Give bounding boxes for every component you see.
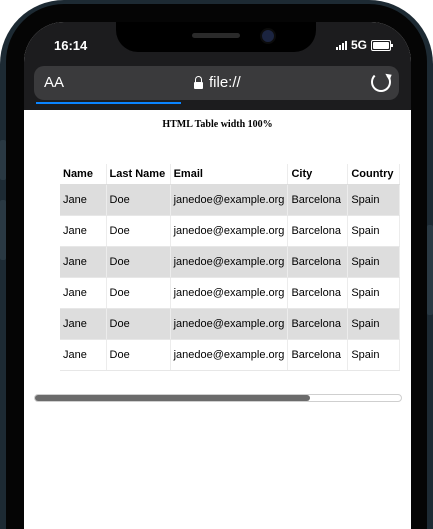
status-indicators: 5G [335, 38, 393, 52]
table-cell: Barcelona [287, 215, 349, 247]
page-title: HTML Table width 100% [162, 119, 273, 130]
signal-icon [335, 40, 347, 50]
column-header: City [287, 164, 349, 185]
table-row: Jane Doe janedoe@example.org Barcelona S… [60, 308, 400, 340]
table-cell: Jane [60, 339, 107, 371]
table-cell: Jane [60, 184, 107, 216]
table-cell: janedoe@example.org [170, 277, 289, 309]
url-text: file:// [209, 74, 241, 91]
table-cell: Doe [106, 339, 171, 371]
table-cell: janedoe@example.org [170, 339, 289, 371]
table-scroll-container[interactable]: Name Last Name Email City Country Jane D… [60, 164, 400, 371]
table-cell: Doe [106, 308, 171, 340]
table-cell: Doe [106, 277, 171, 309]
network-label: 5G [350, 38, 367, 52]
phone-screen: 16:14 5G AA file:// HTML Table width 100… [24, 22, 411, 529]
table-row: Jane Doe janedoe@example.org Barcelona S… [60, 184, 400, 216]
column-header: Country [347, 164, 400, 185]
reload-icon[interactable] [371, 72, 391, 92]
web-content: HTML Table width 100% Name Last Name Ema… [24, 110, 411, 529]
table-cell: Jane [60, 246, 107, 278]
table-row: Jane Doe janedoe@example.org Barcelona S… [60, 246, 400, 278]
status-time: 16:14 [54, 38, 88, 53]
page-load-progress [36, 102, 181, 104]
table-cell: Spain [347, 246, 400, 278]
data-table: Name Last Name Email City Country Jane D… [60, 164, 400, 371]
camera-icon [260, 28, 276, 44]
column-header: Last Name [106, 164, 171, 185]
table-row: Jane Doe janedoe@example.org Barcelona S… [60, 339, 400, 371]
url-display[interactable]: file:// [194, 74, 241, 91]
browser-address-bar: AA file:// [24, 62, 411, 110]
battery-icon [371, 39, 393, 51]
table-row: Jane Doe janedoe@example.org Barcelona S… [60, 277, 400, 309]
url-field[interactable]: AA file:// [34, 66, 399, 100]
table-cell: Doe [106, 215, 171, 247]
text-size-label: AA [44, 74, 65, 91]
table-cell: Barcelona [287, 277, 349, 309]
text-size-button[interactable]: AA [44, 74, 64, 91]
phone-side-button [427, 225, 433, 315]
table-cell: janedoe@example.org [170, 308, 289, 340]
table-cell: Doe [106, 184, 171, 216]
table-cell: Jane [60, 277, 107, 309]
table-cell: janedoe@example.org [170, 184, 289, 216]
table-cell: janedoe@example.org [170, 215, 289, 247]
table-cell: Spain [347, 277, 400, 309]
speaker-icon [192, 33, 240, 38]
table-cell: Barcelona [287, 339, 349, 371]
table-cell: Jane [60, 215, 107, 247]
scrollbar-thumb[interactable] [35, 395, 310, 401]
table-cell: Spain [347, 184, 400, 216]
table-cell: Spain [347, 339, 400, 371]
table-cell: Spain [347, 215, 400, 247]
column-header: Email [170, 164, 289, 185]
notch [116, 22, 316, 52]
table-cell: janedoe@example.org [170, 246, 289, 278]
table-cell: Barcelona [287, 246, 349, 278]
table-cell: Barcelona [287, 308, 349, 340]
column-header: Name [60, 164, 107, 185]
table-header-row: Name Last Name Email City Country [60, 164, 400, 185]
table-cell: Barcelona [287, 184, 349, 216]
table-cell: Jane [60, 308, 107, 340]
horizontal-scrollbar[interactable] [34, 394, 402, 402]
table-row: Jane Doe janedoe@example.org Barcelona S… [60, 215, 400, 247]
lock-icon [194, 75, 203, 89]
table-cell: Spain [347, 308, 400, 340]
table-cell: Doe [106, 246, 171, 278]
